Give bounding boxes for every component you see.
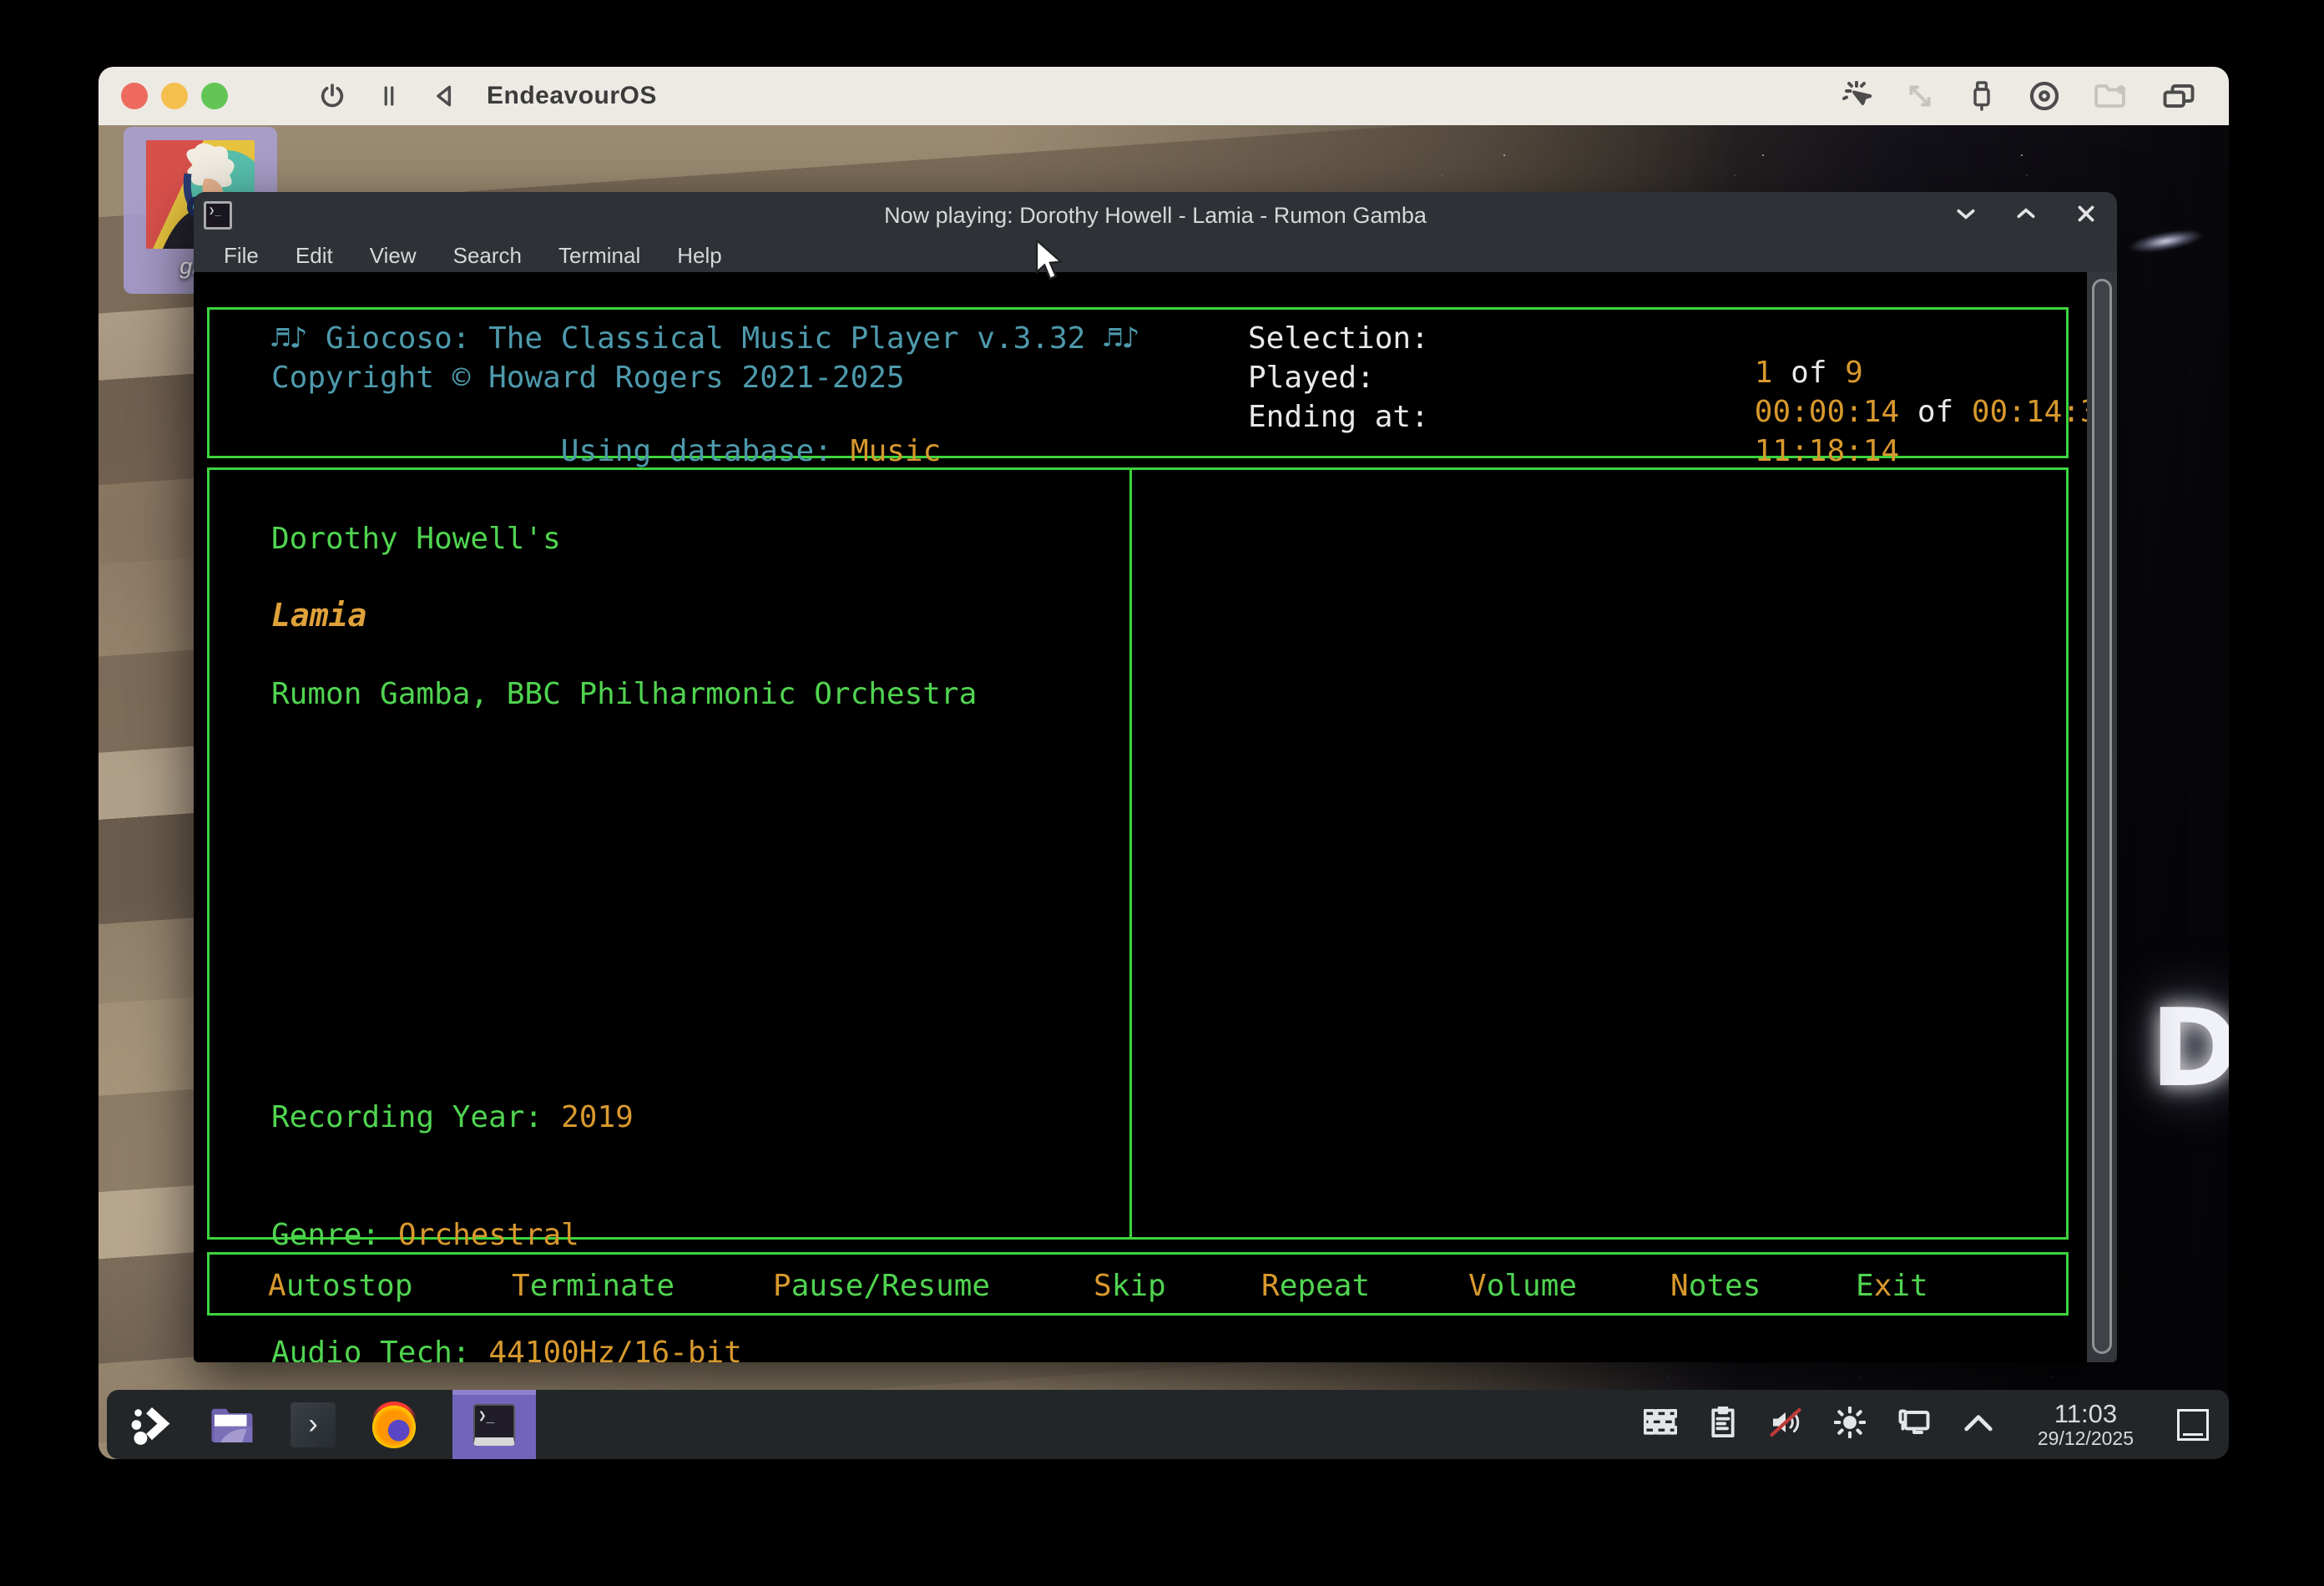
- recording-year-row: Recording Year:2019: [271, 1098, 742, 1137]
- volume-muted-icon[interactable]: [1769, 1407, 1802, 1442]
- ending-label: Ending at:: [1248, 400, 1429, 434]
- scrollbar-thumb[interactable]: [2092, 279, 2112, 1354]
- menu-edit[interactable]: Edit: [296, 243, 333, 269]
- firewall-icon[interactable]: [1644, 1408, 1677, 1441]
- active-task-konsole[interactable]: ❯_: [452, 1390, 536, 1459]
- performers-line: Rumon Gamba, BBC Philharmonic Orchestra: [271, 677, 977, 711]
- work-title: Lamia: [271, 597, 366, 634]
- menu-notes[interactable]: Notes: [1670, 1269, 1761, 1303]
- menu-help[interactable]: Help: [677, 243, 721, 269]
- usb-icon[interactable]: [1968, 80, 1995, 112]
- konsole-icon: ❯_: [473, 1404, 515, 1446]
- close-icon[interactable]: [2075, 203, 2097, 229]
- terminal-titlebar[interactable]: ❯_ Now playing: Dorothy Howell - Lamia -…: [194, 192, 2117, 239]
- clipboard-icon[interactable]: [1709, 1407, 1737, 1442]
- terminal-window: ❯_ Now playing: Dorothy Howell - Lamia -…: [194, 192, 2117, 1362]
- pane-divider: [1129, 470, 1132, 1237]
- menu-skip[interactable]: Skip: [1094, 1269, 1166, 1303]
- power-icon[interactable]: [318, 82, 346, 110]
- menu-view[interactable]: View: [370, 243, 417, 269]
- vm-window: EndeavourOS: [99, 67, 2229, 1459]
- displays-icon[interactable]: [2162, 81, 2195, 111]
- show-desktop-icon[interactable]: [2177, 1409, 2209, 1441]
- menu-file[interactable]: File: [224, 243, 259, 269]
- terminal-menubar: File Edit View Search Terminal Help: [194, 239, 2117, 272]
- vm-titlebar[interactable]: EndeavourOS: [99, 67, 2229, 125]
- scrollbar-track[interactable]: [2087, 272, 2117, 1362]
- mouse-cursor: [1033, 239, 1067, 286]
- header-box: ♬♪ Giocoso: The Classical Music Player v…: [207, 307, 2069, 458]
- close-traffic-light[interactable]: [121, 83, 148, 109]
- capture-cursor-icon[interactable]: [1842, 81, 1872, 111]
- menu-terminate[interactable]: Terminate: [512, 1269, 674, 1303]
- selection-label: Selection:: [1248, 321, 1429, 356]
- zoom-traffic-light[interactable]: [201, 83, 228, 109]
- clock-date: 29/12/2025: [2038, 1428, 2134, 1449]
- menu-pause-resume[interactable]: Pause/Resume: [773, 1269, 990, 1303]
- menu-volume[interactable]: Volume: [1468, 1269, 1577, 1303]
- brightness-icon[interactable]: [1834, 1407, 1866, 1442]
- terminal-screen: ♬♪ Giocoso: The Classical Music Player v…: [194, 272, 2087, 1362]
- audio-tech-row: Audio Tech:44100Hz/16-bit: [271, 1333, 742, 1362]
- menu-autostop[interactable]: Autostop: [268, 1269, 412, 1303]
- played-label: Played:: [1248, 361, 1375, 395]
- clock-time: 11:03: [2038, 1400, 2134, 1427]
- vm-desktop: DE gioc: [99, 125, 2229, 1459]
- terminal-app-icon: ❯_: [204, 201, 232, 230]
- command-menu-box: Autostop Terminate Pause/Resume Skip Rep…: [207, 1252, 2069, 1316]
- firefox-icon[interactable]: [371, 1402, 417, 1448]
- composer-line: Dorothy Howell's: [271, 522, 561, 556]
- menu-terminal[interactable]: Terminal: [558, 243, 640, 269]
- database-value: Music: [851, 434, 941, 468]
- genre-row: Genre:Orchestral: [271, 1215, 742, 1255]
- screen: EndeavourOS: [0, 0, 2324, 1586]
- clock[interactable]: 11:03 29/12/2025: [2038, 1400, 2134, 1448]
- back-icon[interactable]: [432, 82, 458, 110]
- resize-icon[interactable]: [1905, 81, 1935, 111]
- vm-window-title: EndeavourOS: [487, 82, 657, 110]
- disc-icon[interactable]: [2028, 80, 2060, 112]
- menu-repeat[interactable]: Repeat: [1261, 1269, 1370, 1303]
- pause-icon[interactable]: [376, 82, 402, 110]
- terminal-launcher-icon[interactable]: ›: [290, 1402, 336, 1447]
- app-launcher-icon[interactable]: [127, 1402, 174, 1448]
- menu-exit[interactable]: Exit: [1856, 1269, 1928, 1303]
- shared-folder-icon[interactable]: [2094, 81, 2129, 111]
- chevron-up-icon[interactable]: [1963, 1411, 1994, 1438]
- minimize-traffic-light[interactable]: [161, 83, 188, 109]
- terminal-title: Now playing: Dorothy Howell - Lamia - Ru…: [884, 203, 1427, 229]
- display-settings-icon[interactable]: [1897, 1407, 1931, 1442]
- copyright-line: Copyright © Howard Rogers 2021-2025: [271, 361, 905, 395]
- taskbar-panel: › ❯_: [107, 1390, 2229, 1459]
- file-manager-icon[interactable]: [209, 1402, 255, 1448]
- now-playing-box: Dorothy Howell's Lamia Rumon Gamba, BBC …: [207, 467, 2069, 1240]
- wallpaper-text: DE: [2150, 987, 2229, 1111]
- maximize-icon[interactable]: [2015, 203, 2037, 229]
- minimize-icon[interactable]: [1955, 203, 1977, 229]
- menu-search[interactable]: Search: [453, 243, 522, 269]
- app-title: ♬♪ Giocoso: The Classical Music Player v…: [271, 321, 1139, 356]
- database-label: Using database:: [561, 434, 832, 468]
